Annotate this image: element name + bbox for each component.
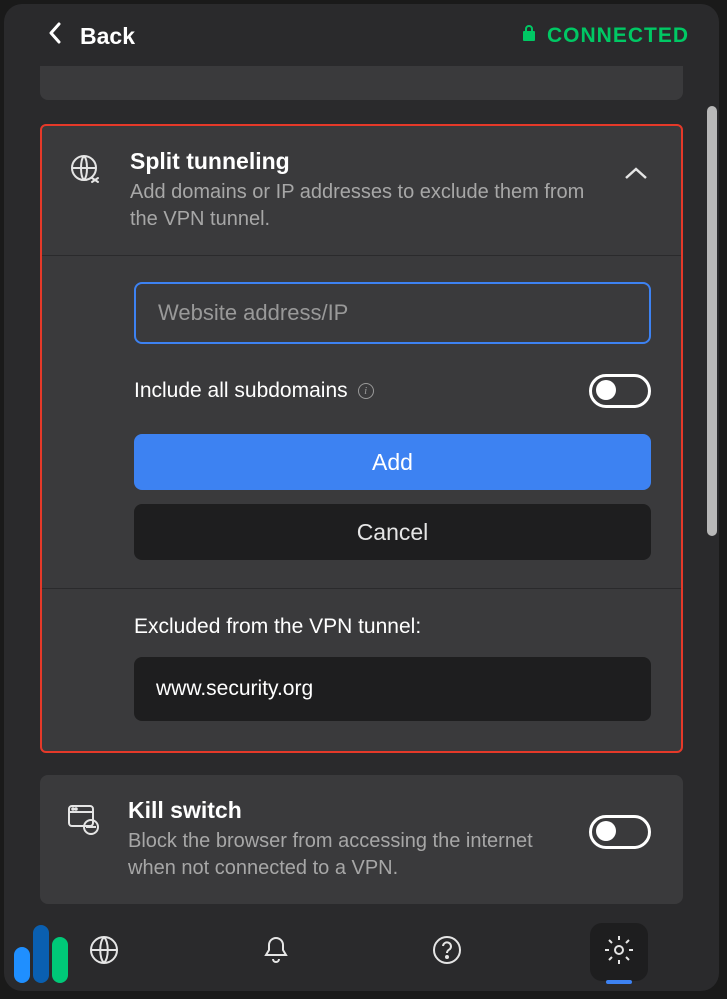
split-tunneling-subtitle: Add domains or IP addresses to exclude t…	[130, 179, 597, 233]
logo-bar	[14, 947, 30, 983]
nav-settings[interactable]	[590, 923, 648, 981]
gear-icon	[603, 934, 635, 971]
logo-bar	[33, 925, 49, 983]
toggle-knob	[596, 380, 616, 400]
address-input[interactable]	[134, 282, 651, 344]
split-tunneling-panel: Split tunneling Add domains or IP addres…	[40, 124, 683, 753]
scrollbar-thumb[interactable]	[707, 106, 717, 536]
top-bar: Back CONNECTED	[4, 4, 719, 66]
globe-icon	[88, 934, 120, 971]
excluded-list-title: Excluded from the VPN tunnel:	[134, 615, 651, 639]
globe-network-icon	[66, 148, 106, 188]
toggle-knob	[596, 821, 616, 841]
split-tunneling-form: Include all subdomains i Add Cancel	[42, 256, 681, 589]
collapse-toggle[interactable]	[621, 148, 651, 187]
bell-icon	[260, 934, 292, 971]
help-icon	[431, 934, 463, 971]
excluded-list-area: Excluded from the VPN tunnel: www.securi…	[42, 589, 681, 751]
excluded-domain: www.security.org	[156, 677, 537, 701]
include-subdomains-toggle[interactable]	[589, 374, 651, 408]
settings-body: Split tunneling Add domains or IP addres…	[4, 66, 719, 913]
split-tunneling-header[interactable]: Split tunneling Add domains or IP addres…	[42, 126, 681, 256]
connection-status: CONNECTED	[521, 23, 689, 49]
chevron-left-icon	[48, 22, 62, 50]
split-tunneling-text: Split tunneling Add domains or IP addres…	[130, 148, 597, 233]
browser-block-icon	[64, 797, 104, 837]
kill-switch-text: Kill switch Block the browser from acces…	[128, 797, 565, 882]
brand-logo	[14, 925, 68, 983]
back-button[interactable]: Back	[48, 22, 135, 50]
kill-switch-title: Kill switch	[128, 797, 565, 824]
lock-icon	[521, 23, 537, 49]
info-icon[interactable]: i	[358, 383, 374, 399]
cancel-button[interactable]: Cancel	[134, 504, 651, 560]
nav-home[interactable]	[75, 923, 133, 981]
split-tunneling-title: Split tunneling	[130, 148, 597, 175]
nav-help[interactable]	[418, 923, 476, 981]
excluded-item: www.security.org	[134, 657, 651, 721]
add-button[interactable]: Add	[134, 434, 651, 490]
nav-notifications[interactable]	[247, 923, 305, 981]
include-subdomains-row: Include all subdomains i	[134, 374, 651, 408]
kill-switch-panel[interactable]: Kill switch Block the browser from acces…	[40, 775, 683, 904]
kill-switch-subtitle: Block the browser from accessing the int…	[128, 828, 565, 882]
back-label: Back	[80, 23, 135, 50]
edit-button[interactable]	[555, 675, 583, 703]
previous-panel-bottom	[40, 66, 683, 100]
app-window: Back CONNECTED Spl	[4, 4, 719, 991]
bottom-nav	[4, 913, 719, 991]
logo-bar	[52, 937, 68, 983]
remove-button[interactable]	[601, 675, 629, 703]
chevron-up-icon	[623, 166, 649, 187]
include-subdomains-label: Include all subdomains	[134, 379, 348, 403]
status-label: CONNECTED	[547, 24, 689, 48]
kill-switch-toggle[interactable]	[589, 815, 651, 849]
